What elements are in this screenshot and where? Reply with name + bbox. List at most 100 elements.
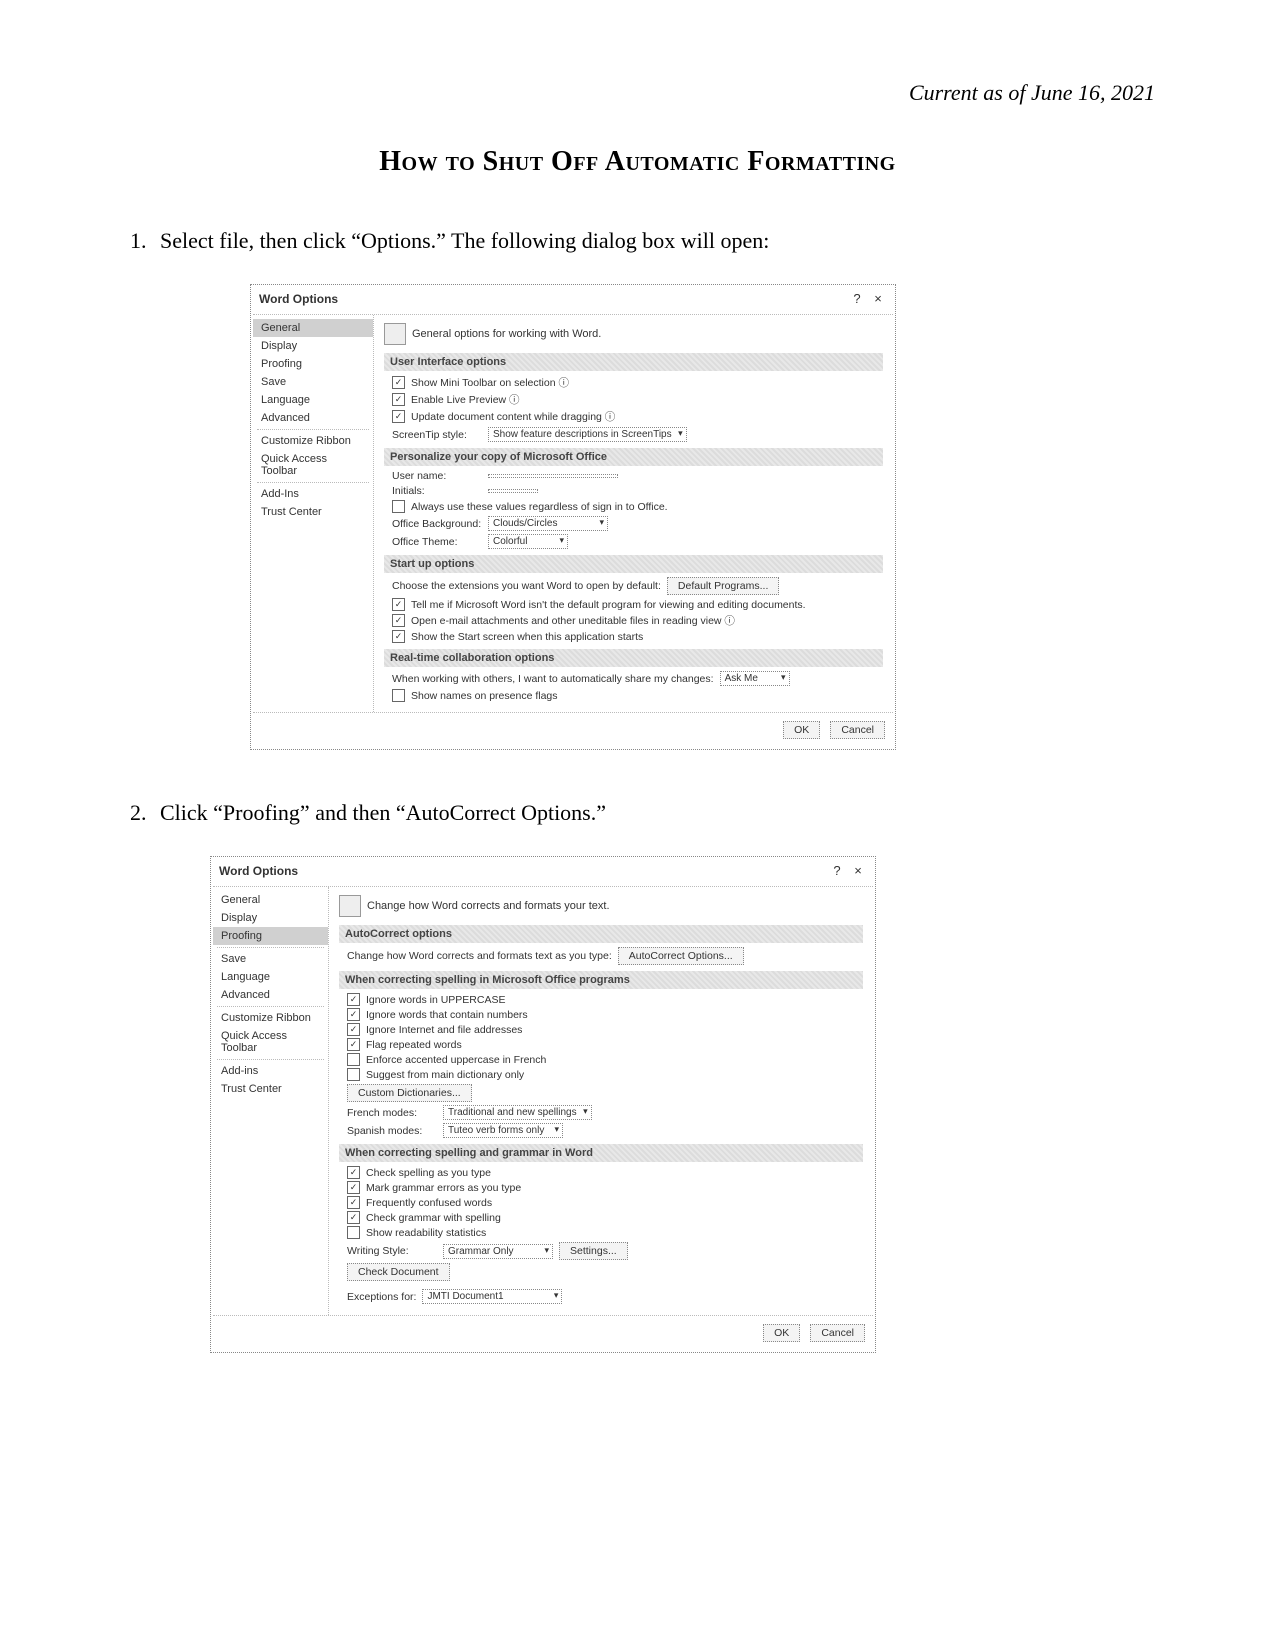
label-autocorrect-text: Change how Word corrects and formats tex… [347, 950, 612, 962]
close-icon[interactable]: × [849, 863, 867, 878]
label-ignore-numbers: Ignore words that contain numbers [366, 1009, 528, 1021]
input-username[interactable] [488, 474, 618, 478]
panel-heading: General options for working with Word. [412, 328, 601, 340]
gear-icon [384, 323, 406, 345]
section-collab: Real-time collaboration options [384, 649, 883, 667]
label-tell-me-default: Tell me if Microsoft Word isn't the defa… [411, 599, 806, 611]
sidebar-item-trust-center[interactable]: Trust Center [253, 503, 373, 521]
sidebar-item-display[interactable]: Display [213, 909, 328, 927]
sidebar-item-add-ins[interactable]: Add-Ins [253, 485, 373, 503]
label-start-screen: Show the Start screen when this applicat… [411, 631, 643, 643]
word-options-dialog-proofing: Word Options ? × General Display Proofin… [210, 856, 876, 1353]
select-office-background[interactable]: Clouds/Circles [488, 516, 608, 531]
close-icon[interactable]: × [869, 291, 887, 306]
select-exceptions-for[interactable]: JMTI Document1 [422, 1289, 562, 1304]
settings-button[interactable]: Settings... [559, 1242, 628, 1260]
checkbox-tell-me-default[interactable] [392, 598, 405, 611]
label-show-names: Show names on presence flags [411, 690, 558, 702]
label-grammar-with-spelling: Check grammar with spelling [366, 1212, 501, 1224]
step-1-text: Select file, then click “Options.” The f… [160, 228, 769, 253]
checkbox-always-use-values[interactable] [392, 500, 405, 513]
page-title: How to Shut Off Automatic Formatting [120, 146, 1155, 178]
checkbox-open-email-reading[interactable] [392, 614, 405, 627]
select-share-changes[interactable]: Ask Me [720, 671, 790, 686]
help-icon[interactable]: ? [848, 291, 866, 306]
sidebar-item-advanced[interactable]: Advanced [213, 986, 328, 1004]
select-office-theme[interactable]: Colorful [488, 534, 568, 549]
sidebar-item-save[interactable]: Save [253, 373, 373, 391]
label-screentip-style: ScreenTip style: [392, 429, 482, 441]
sidebar-item-language[interactable]: Language [213, 968, 328, 986]
checkbox-ignore-internet[interactable] [347, 1023, 360, 1036]
abc-check-icon [339, 895, 361, 917]
sidebar-item-save[interactable]: Save [213, 950, 328, 968]
section-startup: Start up options [384, 555, 883, 573]
checkbox-show-names[interactable] [392, 689, 405, 702]
label-ignore-internet: Ignore Internet and file addresses [366, 1024, 522, 1036]
custom-dictionaries-button[interactable]: Custom Dictionaries... [347, 1084, 472, 1102]
sidebar: General Display Proofing Save Language A… [213, 887, 329, 1315]
checkbox-grammar-with-spelling[interactable] [347, 1211, 360, 1224]
sidebar-item-quick-access[interactable]: Quick Access Toolbar [253, 450, 373, 480]
sidebar-item-customize-ribbon[interactable]: Customize Ribbon [253, 432, 373, 450]
sidebar-item-general[interactable]: General [213, 891, 328, 909]
select-spanish-modes[interactable]: Tuteo verb forms only [443, 1123, 563, 1138]
default-programs-button[interactable]: Default Programs... [667, 577, 779, 595]
dialog-title: Word Options [219, 864, 298, 878]
sidebar: General Display Proofing Save Language A… [253, 315, 374, 712]
sidebar-item-customize-ribbon[interactable]: Customize Ribbon [213, 1009, 328, 1027]
input-initials[interactable] [488, 489, 538, 493]
help-icon[interactable]: ? [828, 863, 846, 878]
dialog-title: Word Options [259, 292, 338, 306]
checkbox-french-uppercase[interactable] [347, 1053, 360, 1066]
sidebar-item-quick-access[interactable]: Quick Access Toolbar [213, 1027, 328, 1057]
section-spelling-office: When correcting spelling in Microsoft Of… [339, 971, 863, 989]
checkbox-ignore-uppercase[interactable] [347, 993, 360, 1006]
label-confused-words: Frequently confused words [366, 1197, 492, 1209]
label-readability: Show readability statistics [366, 1227, 486, 1239]
label-open-email-reading: Open e-mail attachments and other unedit… [411, 613, 735, 628]
select-french-modes[interactable]: Traditional and new spellings [443, 1105, 592, 1120]
checkbox-update-dragging[interactable] [392, 410, 405, 423]
sidebar-item-language[interactable]: Language [253, 391, 373, 409]
checkbox-readability[interactable] [347, 1226, 360, 1239]
checkbox-ignore-numbers[interactable] [347, 1008, 360, 1021]
label-office-theme: Office Theme: [392, 536, 482, 548]
checkbox-confused-words[interactable] [347, 1196, 360, 1209]
label-flag-repeated: Flag repeated words [366, 1039, 462, 1051]
step-2-text: Click “Proofing” and then “AutoCorrect O… [160, 800, 606, 825]
checkbox-check-spelling[interactable] [347, 1166, 360, 1179]
ok-button[interactable]: OK [763, 1324, 800, 1342]
label-spanish-modes: Spanish modes: [347, 1125, 437, 1137]
label-check-spelling: Check spelling as you type [366, 1167, 491, 1179]
sidebar-item-add-ins[interactable]: Add-ins [213, 1062, 328, 1080]
checkbox-start-screen[interactable] [392, 630, 405, 643]
label-update-dragging: Update document content while dragging ⓘ [411, 409, 615, 424]
label-mark-grammar: Mark grammar errors as you type [366, 1182, 521, 1194]
label-initials: Initials: [392, 485, 482, 497]
cancel-button[interactable]: Cancel [810, 1324, 865, 1342]
cancel-button[interactable]: Cancel [830, 721, 885, 739]
section-personalize: Personalize your copy of Microsoft Offic… [384, 448, 883, 466]
sidebar-item-display[interactable]: Display [253, 337, 373, 355]
sidebar-item-advanced[interactable]: Advanced [253, 409, 373, 427]
sidebar-item-proofing[interactable]: Proofing [253, 355, 373, 373]
sidebar-item-general[interactable]: General [253, 319, 373, 337]
checkbox-live-preview[interactable] [392, 393, 405, 406]
select-screentip-style[interactable]: Show feature descriptions in ScreenTips [488, 427, 687, 442]
label-french-modes: French modes: [347, 1107, 437, 1119]
checkbox-mark-grammar[interactable] [347, 1181, 360, 1194]
checkbox-show-mini-toolbar[interactable] [392, 376, 405, 389]
label-show-mini-toolbar: Show Mini Toolbar on selection ⓘ [411, 375, 569, 390]
label-french-uppercase: Enforce accented uppercase in French [366, 1054, 546, 1066]
panel-heading: Change how Word corrects and formats you… [367, 900, 610, 912]
label-exceptions-for: Exceptions for: [347, 1291, 416, 1303]
checkbox-flag-repeated[interactable] [347, 1038, 360, 1051]
checkbox-main-dictionary[interactable] [347, 1068, 360, 1081]
check-document-button[interactable]: Check Document [347, 1263, 450, 1281]
ok-button[interactable]: OK [783, 721, 820, 739]
sidebar-item-proofing[interactable]: Proofing [213, 927, 328, 945]
sidebar-item-trust-center[interactable]: Trust Center [213, 1080, 328, 1098]
autocorrect-options-button[interactable]: AutoCorrect Options... [618, 947, 744, 965]
select-writing-style[interactable]: Grammar Only [443, 1244, 553, 1259]
